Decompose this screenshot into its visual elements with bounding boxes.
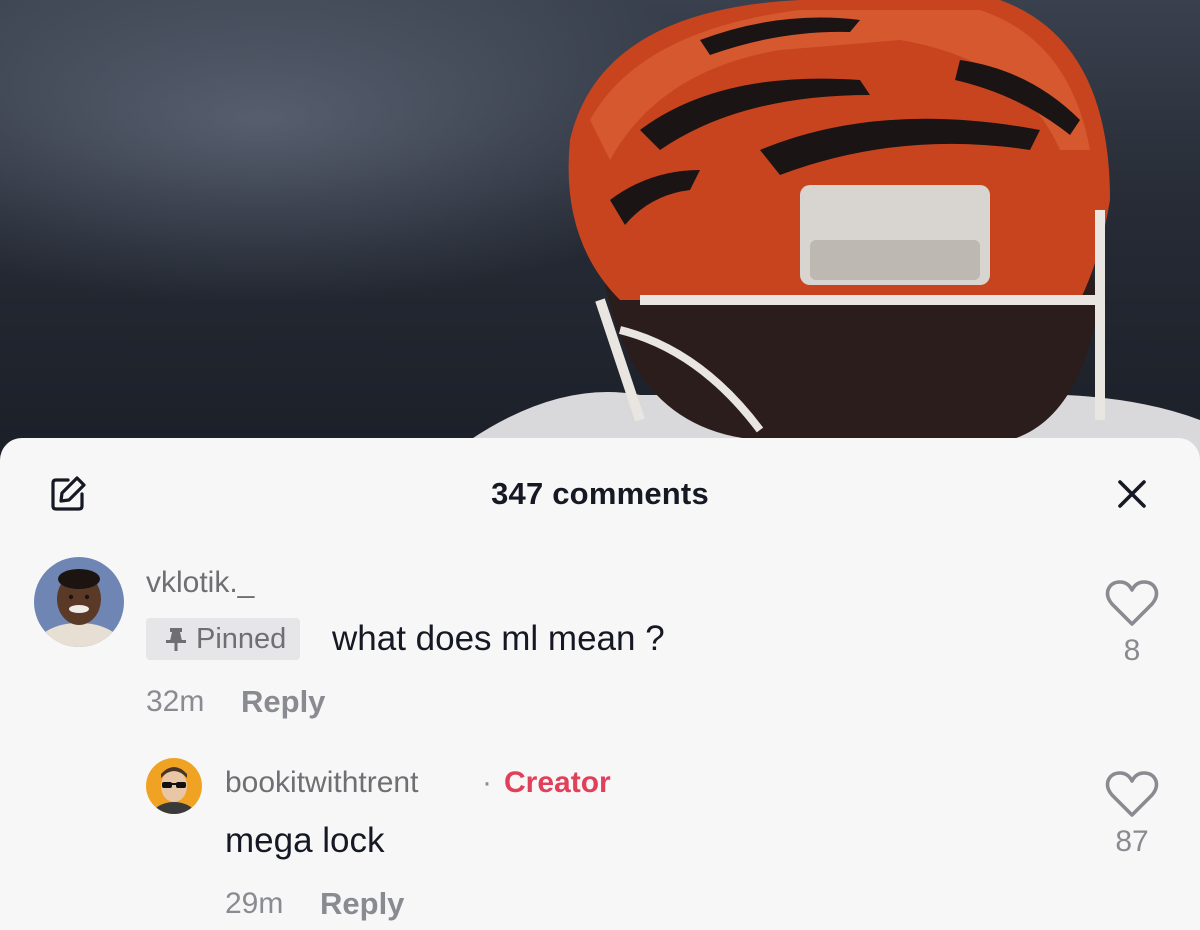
reply-text: mega lock [225, 821, 385, 860]
helmet-illustration [470, 0, 1200, 460]
close-icon[interactable] [1112, 474, 1152, 514]
comments-count-title: 347 comments [491, 476, 709, 511]
pin-icon [166, 628, 186, 651]
heart-icon [1105, 580, 1159, 626]
like-button[interactable]: 87 [1102, 769, 1162, 859]
video-background[interactable] [0, 0, 1200, 460]
comments-sheet: 347 comments vklotik._ Pinned what does … [0, 438, 1200, 930]
avatar[interactable] [146, 758, 202, 814]
pinned-badge: Pinned [146, 618, 301, 660]
reply-button[interactable]: Reply [241, 684, 325, 720]
like-count: 8 [1123, 634, 1141, 667]
separator-dot: · [482, 766, 492, 799]
reply-timestamp: 29m [225, 887, 284, 920]
pinned-label: Pinned [196, 622, 287, 655]
like-count: 87 [1115, 825, 1149, 858]
heart-icon [1105, 771, 1159, 817]
comment-timestamp: 32m [146, 685, 205, 718]
comment-text: what does ml mean ? [332, 619, 665, 658]
creator-badge: Creator [504, 766, 611, 799]
comment-username[interactable]: vklotik._ [146, 566, 254, 600]
avatar[interactable] [34, 557, 124, 647]
comments-header: 347 comments [0, 438, 1200, 550]
like-button[interactable]: 8 [1102, 578, 1162, 668]
reply-username[interactable]: bookitwithtrent [225, 766, 418, 800]
reply-button[interactable]: Reply [320, 886, 404, 922]
